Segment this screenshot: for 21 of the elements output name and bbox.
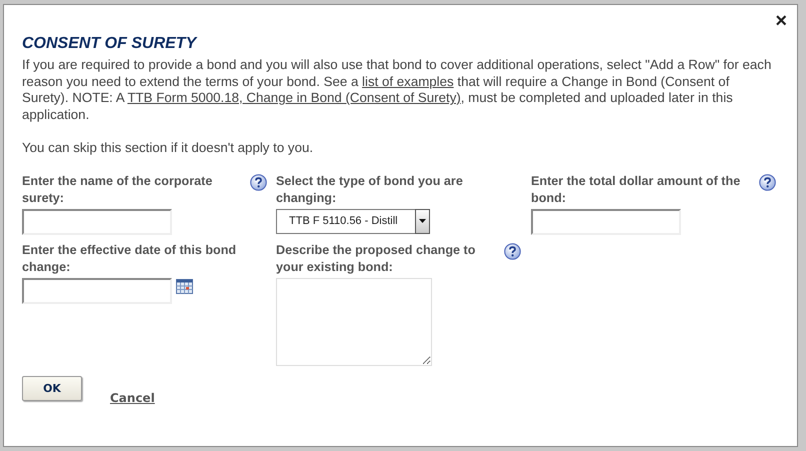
intro-paragraph: If you are required to provide a bond and you will also use that bond to cover additional operations, select "Add a Row" for each reason you need to extend the terms of your bond. See a list of examples that will require a Change in Bond (Consent of Surety). NOTE: A TTB Form 5000.18, Change in Bond (Consent of Surety), must be completed and uploaded later in this application. <box>22 57 772 123</box>
text-input[interactable] <box>531 208 681 234</box>
caret-icon <box>419 219 426 223</box>
field-label: Enter the effective date of this bond change: <box>22 242 238 276</box>
close-button[interactable]: × <box>775 11 787 31</box>
help-icon[interactable] <box>250 174 267 190</box>
skip-note: You can skip this section if it doesn't apply to you. <box>22 140 314 156</box>
help-icon[interactable] <box>504 242 521 260</box>
text-input[interactable] <box>22 208 172 234</box>
help-icon[interactable] <box>759 174 776 190</box>
inline-link[interactable]: TTB Form 5000.18, Change in Bond (Consent of Surety) <box>127 90 461 105</box>
ok-button[interactable]: OK <box>22 376 82 400</box>
inline-link[interactable]: list of examples <box>362 74 454 88</box>
calendar-icon[interactable] <box>176 278 193 294</box>
date-input[interactable] <box>22 278 172 304</box>
cancel-link[interactable]: Cancel <box>110 390 155 404</box>
field-label: Enter the name of the corporate surety: <box>22 172 214 206</box>
field-label: Describe the proposed change to your existing bond: <box>276 242 476 276</box>
dialog-title: CONSENT OF SURETY <box>22 35 198 53</box>
field-label: Enter the total dollar amount of the bond: <box>531 172 742 206</box>
field-label: Select the type of bond you are changing: <box>276 172 464 206</box>
